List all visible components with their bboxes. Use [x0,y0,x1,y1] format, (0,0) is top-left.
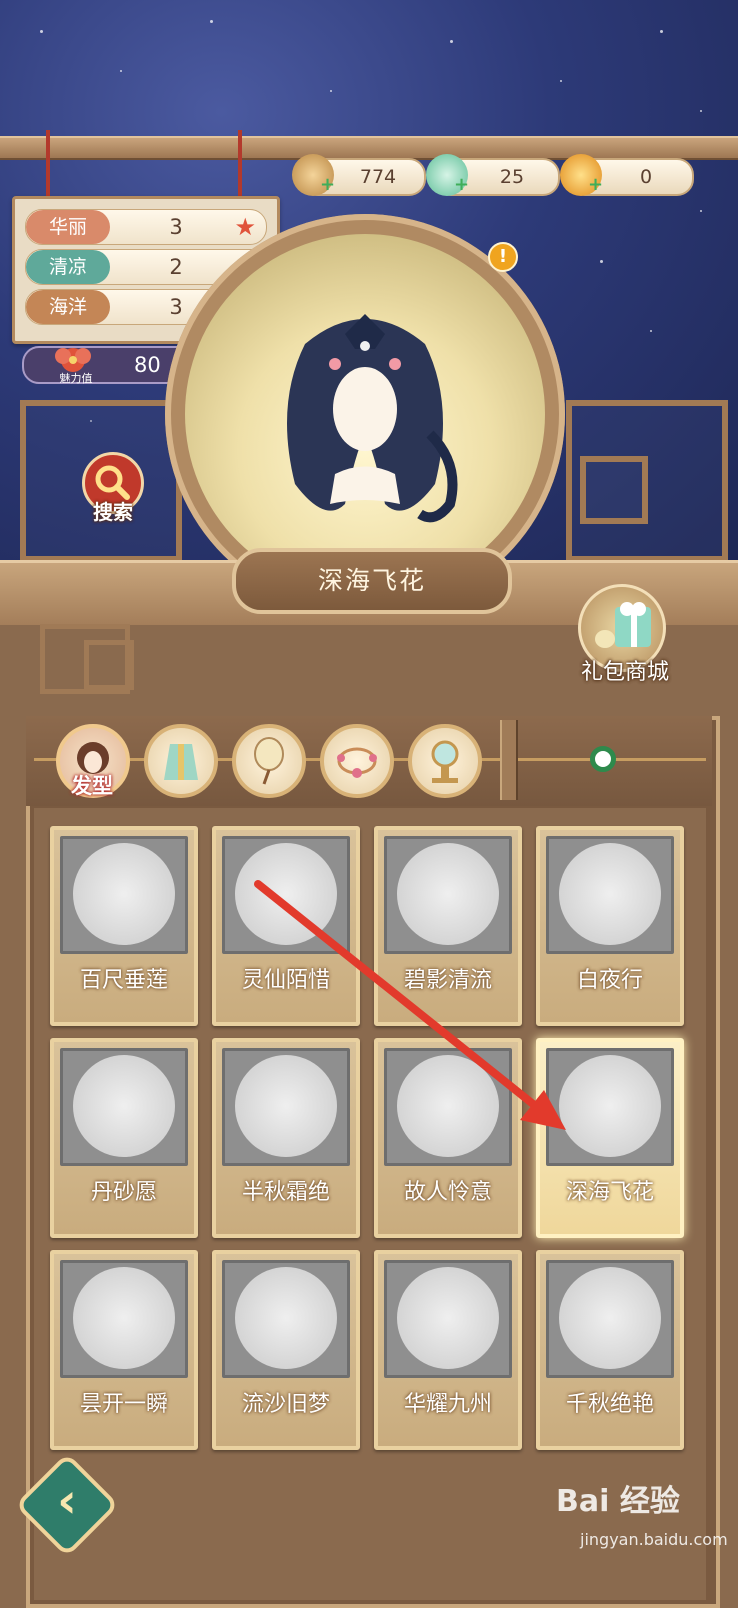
item-name: 千秋绝艳 [565,1392,654,1417]
item-name: 华耀九州 [403,1392,492,1417]
gift-shop-label: 礼包商城 [580,660,669,685]
alert-icon[interactable]: ! [488,242,518,272]
item-card[interactable]: 流沙旧梦 [212,1250,360,1450]
item-thumbnail [60,836,188,954]
item-card[interactable]: 华耀九州 [374,1250,522,1450]
star-icon: ★ [234,213,256,241]
item-name: 白夜行 [576,968,643,993]
item-card[interactable]: 半秋霜绝 [212,1038,360,1238]
tab-dress[interactable] [144,724,218,798]
search-label: 搜索 [93,500,133,524]
plus-icon[interactable]: + [320,174,335,195]
item-card[interactable]: 百尺垂莲 [50,826,198,1026]
item-thumbnail [546,1260,674,1378]
item-thumbnail [384,836,512,954]
attribute-row: 华丽 3 ★ [25,209,267,245]
current-item-name: 深海飞花 [232,548,512,614]
tab-fan[interactable] [232,724,306,798]
item-thumbnail [60,1260,188,1378]
attribute-label: 清凉 [26,250,110,284]
watermark-url: jingyan.baidu.com [580,1530,728,1549]
item-card-selected[interactable]: 深海飞花 [536,1038,684,1238]
character-preview [185,234,545,594]
item-thumbnail [222,1260,350,1378]
item-thumbnail [60,1048,188,1166]
currency-value: 25 [499,166,525,188]
dress-icon [164,744,198,780]
item-thumbnail [222,836,350,954]
fan-icon [254,737,284,785]
attribute-value: 3 [169,215,183,239]
currency-value: 0 [639,166,653,188]
lattice-decoration [84,640,134,690]
scroll-indicator[interactable] [590,746,616,772]
item-thumbnail [546,836,674,954]
attribute-value: 2 [169,255,183,279]
currency-gold[interactable]: + 0 [560,154,694,196]
charm-value: 80 [134,353,161,377]
plus-icon[interactable]: + [588,174,603,195]
necklace-icon [337,747,377,778]
top-wooden-beam [0,136,738,160]
item-card[interactable]: 白夜行 [536,826,684,1026]
item-name: 半秋霜绝 [241,1180,330,1205]
item-name: 流沙旧梦 [241,1392,330,1417]
item-name: 深海飞花 [565,1180,654,1205]
character-portrait [287,314,458,523]
item-name: 丹砂愿 [90,1180,157,1205]
item-thumbnail [222,1048,350,1166]
item-name: 灵仙陌惜 [241,968,330,993]
attribute-label: 海洋 [26,290,110,324]
item-card[interactable]: 碧影清流 [374,826,522,1026]
mirror-icon [431,740,459,783]
hanging-rope [238,130,242,200]
item-thumbnail [546,1048,674,1166]
currency-jade[interactable]: + 25 [426,154,560,196]
tab-hairstyle-label: 发型 [71,774,113,798]
pavilion-window [580,456,648,524]
item-name: 百尺垂莲 [79,968,168,993]
chevron-left-icon: ‹ [57,1473,77,1529]
item-card[interactable]: 灵仙陌惜 [212,826,360,1026]
item-name: 昙开一瞬 [79,1392,168,1417]
currency-value: 774 [359,166,397,188]
item-thumbnail [384,1048,512,1166]
item-thumbnail [384,1260,512,1378]
item-card[interactable]: 故人怜意 [374,1038,522,1238]
currency-copper[interactable]: + 774 [292,154,426,196]
hanging-rope [46,130,50,200]
tab-divider [500,720,518,800]
tab-mirror[interactable] [408,724,482,798]
item-name: 碧影清流 [403,968,492,993]
tab-accessory[interactable] [320,724,394,798]
charm-label: 魅力值 [59,372,93,385]
plus-icon[interactable]: + [454,174,469,195]
item-card[interactable]: 丹砂愿 [50,1038,198,1238]
attribute-label: 华丽 [26,210,110,244]
item-card[interactable]: 昙开一瞬 [50,1250,198,1450]
watermark-logo: Bai 经验 [556,1484,680,1519]
item-card[interactable]: 千秋绝艳 [536,1250,684,1450]
item-name: 故人怜意 [403,1180,492,1205]
